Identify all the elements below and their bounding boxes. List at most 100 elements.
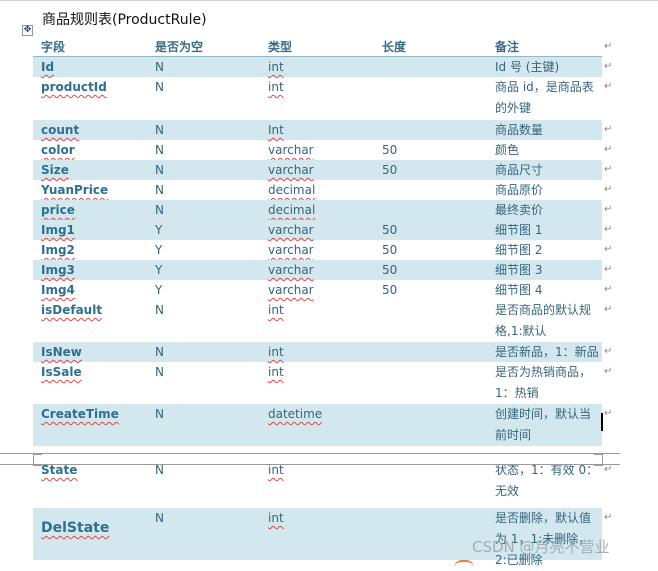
table-row: isDefault Nint 是否商品的默认规格,1:默认 ↵ (33, 300, 612, 342)
row-end-mark: ↵ (604, 224, 613, 235)
row-end-mark: ↵ (604, 284, 613, 295)
cell-remark: 细节图 3 (495, 263, 543, 277)
cell-type: int (268, 345, 284, 359)
row-end-mark: ↵ (604, 464, 613, 475)
row-end-mark: ↵ (604, 184, 613, 195)
table-move-handle-icon[interactable]: ✥ (22, 25, 33, 36)
cell-type: int (268, 365, 284, 379)
cell-nullable: N (155, 123, 164, 137)
page-break-left-bracket (33, 454, 42, 466)
table-row: Img3 Yvarchar 50 细节图 3 ↵ (33, 260, 612, 280)
cell-field: price (41, 203, 75, 217)
cell-nullable: Y (155, 243, 163, 257)
row-end-mark: ↵ (604, 366, 613, 377)
cell-type: varchar (268, 263, 314, 277)
table-row: productId Nint 商品 id，是商品表的外键 ↵ (33, 77, 612, 120)
cell-nullable: N (155, 143, 164, 157)
row-end-mark: ↵ (604, 144, 613, 155)
table-row: IsSale Nint 是否为热销商品，1：热销 ↵ (33, 362, 612, 404)
table-row: Id Nint Id 号 (主键) ↵ (33, 57, 612, 77)
table-row: Img4 Yvarchar 50 细节图 4 ↵ (33, 280, 612, 300)
row-end-mark: ↵ (604, 61, 613, 72)
cell-nullable: N (155, 163, 164, 177)
cell-length: 50 (382, 263, 398, 277)
cell-type: varchar (268, 243, 314, 257)
row-end-mark: ↵ (604, 408, 613, 419)
top-border (0, 0, 658, 1)
cell-remark: 商品数量 (495, 123, 544, 137)
cell-field: count (41, 123, 80, 137)
cell-type: varchar (268, 163, 314, 177)
product-rule-table: 字段 是否为空 类型 长度 备注 ↵ Id Nint Id 号 (主键) ↵ produ… (33, 37, 612, 567)
cell-nullable: N (155, 407, 164, 421)
table-row: Img1 Yvarchar 50 细节图 1 ↵ (33, 220, 612, 240)
header-remark: 备注 (495, 40, 520, 54)
cell-type: decimal (268, 203, 316, 217)
header-length: 长度 (382, 40, 407, 54)
text-cursor (601, 413, 603, 431)
cell-remark: Id 号 (主键) (495, 60, 560, 74)
cell-remark: 状态，1：有效 0：无效 (495, 463, 599, 498)
page-break-right-bracket (594, 454, 603, 466)
row-end-mark: ↵ (604, 81, 613, 92)
cell-field: Size (41, 163, 69, 177)
cell-field: Img4 (41, 283, 75, 297)
cell-nullable: N (155, 80, 164, 94)
header-field: 字段 (41, 40, 66, 54)
cell-type: datetime (268, 407, 323, 421)
header-nullable: 是否为空 (155, 40, 204, 54)
cell-nullable: Y (155, 283, 163, 297)
table-row: IsNew Nint 是否新品，1：新品 ↵ (33, 342, 612, 362)
row-end-mark: ↵ (604, 264, 613, 275)
table-row: Img2 Yvarchar 50 细节图 2 ↵ (33, 240, 612, 260)
table-row: count N Int 商品数量 ↵ (33, 120, 612, 140)
row-end-mark: ↵ (604, 204, 613, 215)
cell-field: IsSale (41, 365, 82, 379)
cell-remark: 是否商品的默认规格,1:默认 (495, 303, 592, 338)
cell-nullable: N (155, 511, 164, 525)
table-row: Size Nvarchar 50 商品尺寸 ↵ (33, 160, 612, 180)
cell-field: IsNew (41, 345, 82, 359)
row-end-mark: ↵ (604, 304, 613, 315)
cell-field: Img2 (41, 243, 75, 257)
cell-remark: 最终卖价 (495, 203, 544, 217)
cell-length: 50 (382, 223, 398, 237)
row-end-mark: ↵ (604, 512, 613, 523)
cell-field: YuanPrice (41, 183, 109, 197)
table-row: price Ndecimal 最终卖价 ↵ (33, 200, 612, 220)
cell-field: CreateTime (41, 407, 119, 421)
cell-nullable: N (155, 345, 164, 359)
cell-type: decimal (268, 183, 316, 197)
cell-field: productId (41, 80, 107, 94)
orange-decoration (454, 560, 474, 568)
cell-type: int (268, 80, 284, 94)
table-row: CreateTime Ndatetime 创建时间，默认当前时间 ↵ (33, 404, 612, 446)
cell-length: 50 (382, 283, 398, 297)
cell-remark: 颜色 (495, 143, 520, 157)
table-row: color Nvarchar 50 颜色 ↵ (33, 140, 612, 160)
header-type: 类型 (268, 40, 293, 54)
row-end-mark: ↵ (604, 164, 613, 175)
watermark: CSDN @月亮不营业 (472, 538, 610, 556)
cell-type: varchar (268, 143, 314, 157)
row-end-mark: ↵ (604, 124, 613, 135)
cell-field: DelState (41, 520, 110, 536)
table-header-row: 字段 是否为空 类型 长度 备注 ↵ (33, 37, 612, 57)
cell-nullable: N (155, 303, 164, 317)
cell-field: Id (41, 60, 55, 74)
cell-remark: 是否新品，1：新品 (495, 345, 599, 359)
cell-remark: 商品 id，是商品表的外键 (495, 80, 594, 115)
cell-type: int (268, 303, 284, 317)
cell-remark: 商品原价 (495, 183, 544, 197)
cell-length: 50 (382, 163, 398, 177)
cell-nullable: Y (155, 223, 163, 237)
page-break (0, 453, 620, 466)
cell-field: isDefault (41, 303, 103, 317)
cell-remark: 商品尺寸 (495, 163, 544, 177)
cell-type: varchar (268, 223, 314, 237)
table-row: YuanPrice Ndecimal 商品原价 ↵ (33, 180, 612, 200)
table-row: State Nint 状态，1：有效 0：无效 ↵ (33, 460, 612, 508)
cell-nullable: Y (155, 263, 163, 277)
cell-remark: 细节图 4 (495, 283, 543, 297)
cell-type: varchar (268, 283, 314, 297)
